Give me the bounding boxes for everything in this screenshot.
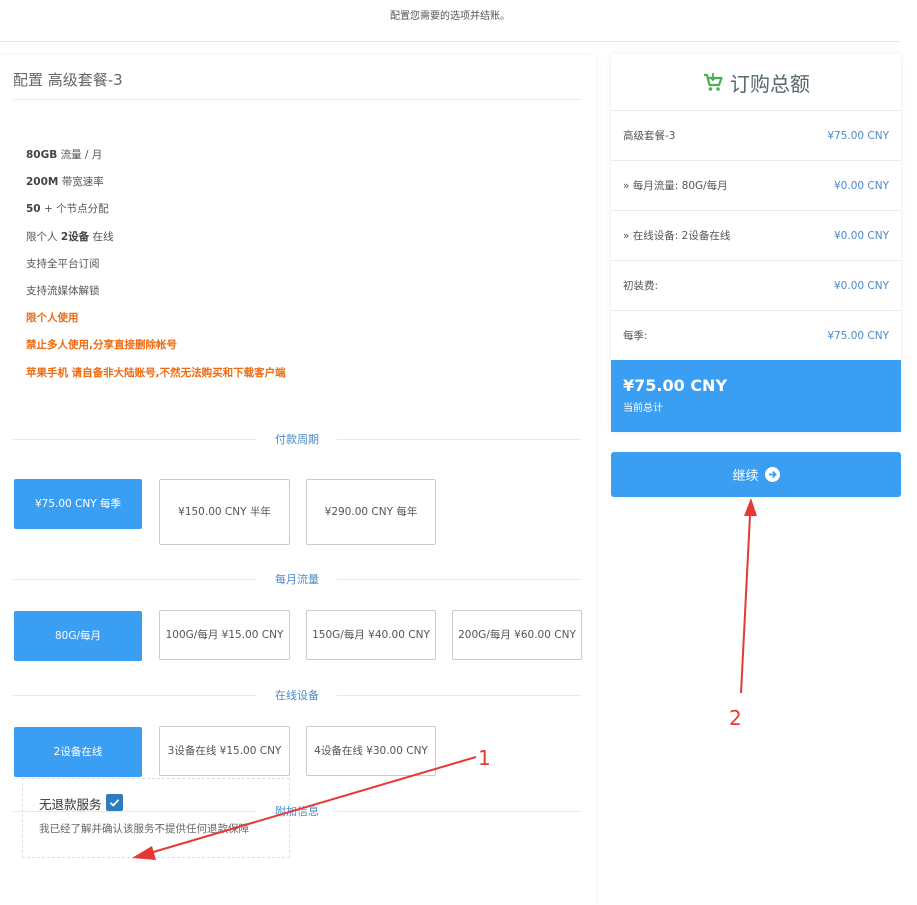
total-label: 当前总计 [623, 403, 663, 414]
billing-option-semiannual[interactable]: ¥150.00 CNY 半年 [159, 479, 290, 545]
continue-button[interactable]: 继续 [611, 452, 901, 497]
addon-description: 我已经了解并确认该服务不提供任何退款保障 [39, 823, 249, 835]
traffic-heading: 每月流量 [13, 571, 581, 587]
summary-row-setup-fee: 初装费: ¥0.00 CNY [611, 261, 901, 311]
summary-total: ¥75.00 CNY 当前总计 [611, 360, 901, 432]
feature-item: 80GB 流量 / 月 [26, 149, 103, 161]
feature-item: 支持全平台订阅 [26, 257, 100, 270]
addon-no-refund: 无退款服务 我已经了解并确认该服务不提供任何退款保障 [22, 778, 290, 858]
traffic-option-200g[interactable]: 200G/每月 ¥60.00 CNY [452, 610, 582, 660]
summary-row-quarterly: 每季: ¥75.00 CNY [611, 311, 901, 361]
annotation-marker-2: 2 [729, 706, 742, 730]
feature-item-warning: 限个人使用 [26, 312, 79, 325]
traffic-option-80g[interactable]: 80G/每月 [14, 611, 142, 661]
product-features: 80GB 流量 / 月 200M 带宽速率 50 + 个节点分配 限个人 2设备… [26, 147, 286, 392]
feature-item: 200M 带宽速率 [26, 176, 104, 189]
addon-name: 无退款服务 [39, 797, 102, 812]
summary-row-traffic: » 每月流量: 80G/每月 ¥0.00 CNY [611, 161, 901, 211]
page-instructions: 配置您需要的选项并结账。 [0, 0, 900, 42]
summary-row-devices: » 在线设备: 2设备在线 ¥0.00 CNY [611, 211, 901, 261]
continue-label: 继续 [732, 469, 759, 484]
order-summary: 订购总额 高级套餐-3 ¥75.00 CNY » 每月流量: 80G/每月 ¥0.0… [611, 54, 901, 432]
devices-option-4[interactable]: 4设备在线 ¥30.00 CNY [306, 726, 436, 776]
checkmark-icon [109, 799, 120, 807]
divider [13, 99, 581, 100]
feature-item: 支持流媒体解锁 [26, 284, 100, 297]
devices-option-3[interactable]: 3设备在线 ¥15.00 CNY [159, 726, 290, 776]
traffic-option-150g[interactable]: 150G/每月 ¥40.00 CNY [306, 610, 436, 660]
feature-item: 50 + 个节点分配 [26, 203, 109, 216]
feature-item-warning: 苹果手机 请自备非大陆账号,不然无法购买和下载客户端 [26, 366, 286, 379]
no-refund-checkbox[interactable] [106, 794, 123, 811]
shopping-cart-icon [704, 73, 723, 91]
devices-heading: 在线设备 [13, 687, 581, 703]
summary-title: 订购总额 [611, 54, 901, 111]
feature-item-warning: 禁止多人使用,分享直接删除帐号 [26, 339, 177, 352]
annotation-marker-1: 1 [478, 746, 491, 770]
traffic-option-100g[interactable]: 100G/每月 ¥15.00 CNY [159, 610, 290, 660]
billing-option-quarterly[interactable]: ¥75.00 CNY 每季 [14, 479, 142, 529]
total-amount: ¥75.00 CNY [623, 376, 728, 395]
summary-row-product: 高级套餐-3 ¥75.00 CNY [611, 111, 901, 161]
devices-option-2[interactable]: 2设备在线 [14, 727, 142, 777]
billing-option-annual[interactable]: ¥290.00 CNY 每年 [306, 479, 436, 545]
feature-item: 限个人 2设备 在线 [26, 230, 114, 243]
billing-cycle-heading: 付款周期 [13, 431, 581, 447]
config-title: 配置 高级套餐-3 [13, 71, 123, 89]
arrow-right-icon [764, 467, 780, 482]
